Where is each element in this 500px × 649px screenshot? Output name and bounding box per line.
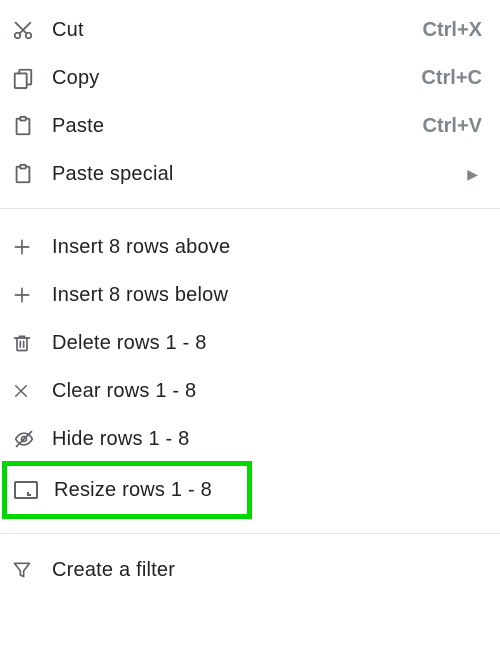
menu-label: Insert 8 rows below [52, 284, 488, 307]
menu-label: Resize rows 1 - 8 [54, 479, 235, 502]
menu-label: Copy [52, 67, 421, 90]
menu-item-copy[interactable]: Copy Ctrl+C [0, 54, 500, 102]
context-menu: Cut Ctrl+X Copy Ctrl+C Paste Ctrl+V [0, 0, 500, 594]
menu-label: Create a filter [52, 559, 488, 582]
paste-icon [12, 115, 52, 137]
menu-label: Hide rows 1 - 8 [52, 428, 488, 451]
menu-label: Paste special [52, 163, 467, 186]
menu-label: Delete rows 1 - 8 [52, 332, 488, 355]
menu-shortcut: Ctrl+V [423, 115, 488, 138]
menu-item-cut[interactable]: Cut Ctrl+X [0, 6, 500, 54]
menu-shortcut: Ctrl+C [421, 67, 488, 90]
menu-label: Cut [52, 19, 423, 42]
resize-icon [14, 481, 54, 499]
menu-item-insert-rows-below[interactable]: Insert 8 rows below [0, 271, 500, 319]
menu-separator [0, 533, 500, 534]
filter-icon [12, 560, 52, 580]
menu-item-delete-rows[interactable]: Delete rows 1 - 8 [0, 319, 500, 367]
plus-icon [12, 285, 52, 305]
submenu-arrow-icon: ▶ [467, 166, 488, 183]
menu-item-resize-rows[interactable]: Resize rows 1 - 8 [2, 461, 252, 519]
menu-label: Paste [52, 115, 423, 138]
menu-item-paste[interactable]: Paste Ctrl+V [0, 102, 500, 150]
menu-item-hide-rows[interactable]: Hide rows 1 - 8 [0, 415, 500, 463]
menu-item-create-filter[interactable]: Create a filter [0, 546, 500, 594]
trash-icon [12, 332, 52, 354]
eye-off-icon [12, 429, 52, 449]
menu-item-insert-rows-above[interactable]: Insert 8 rows above [0, 223, 500, 271]
plus-icon [12, 237, 52, 257]
copy-icon [12, 67, 52, 89]
menu-separator [0, 208, 500, 209]
menu-item-clear-rows[interactable]: Clear rows 1 - 8 [0, 367, 500, 415]
paste-icon [12, 163, 52, 185]
menu-shortcut: Ctrl+X [423, 19, 488, 42]
menu-label: Insert 8 rows above [52, 236, 488, 259]
menu-item-paste-special[interactable]: Paste special ▶ [0, 150, 500, 198]
x-icon [12, 382, 52, 400]
cut-icon [12, 19, 52, 41]
menu-label: Clear rows 1 - 8 [52, 380, 488, 403]
